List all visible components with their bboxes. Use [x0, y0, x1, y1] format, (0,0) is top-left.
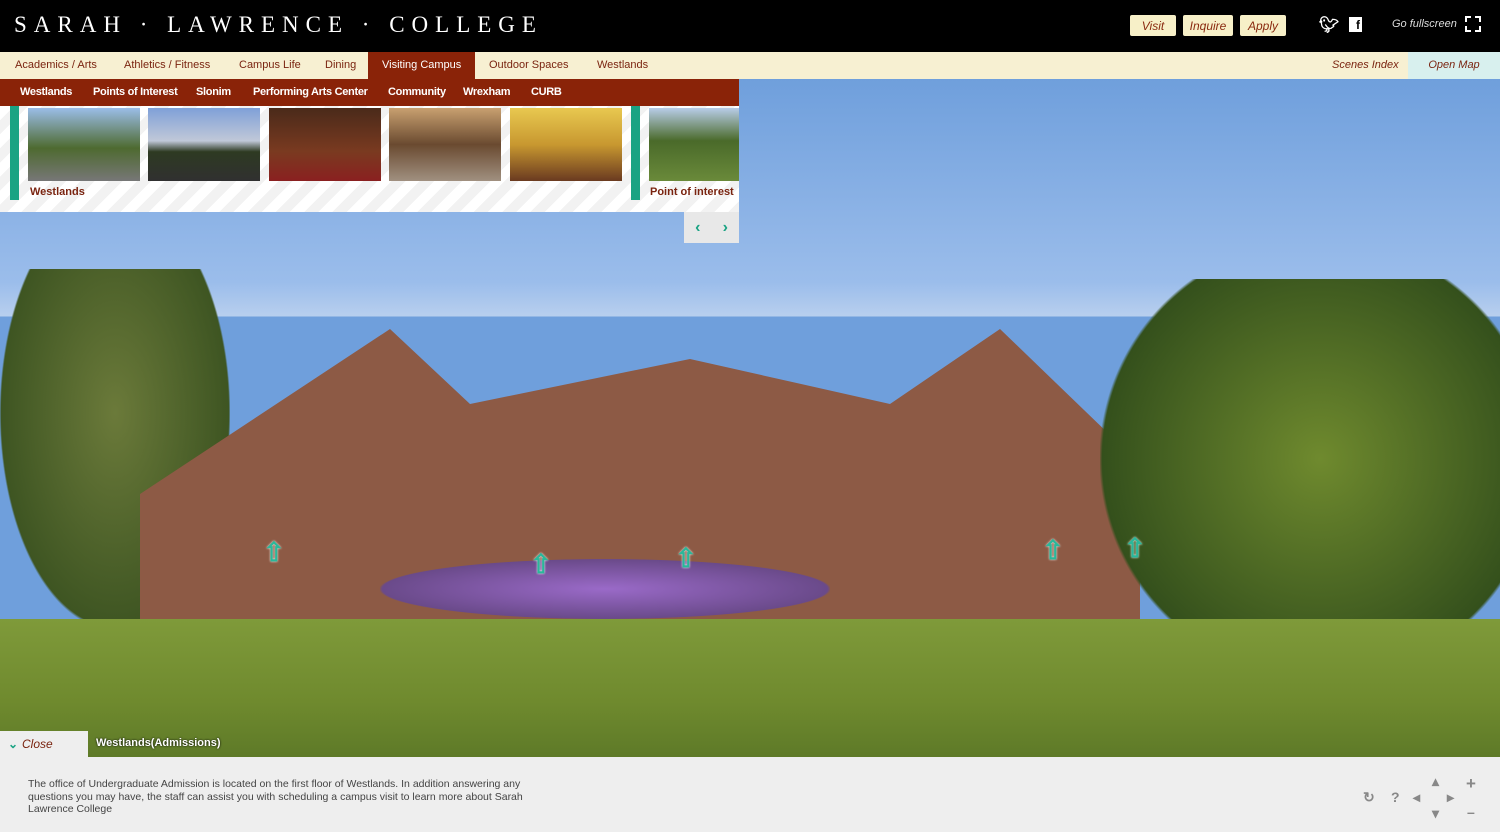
hotspot-arrow-icon[interactable]: ⇧	[1124, 533, 1146, 564]
thumbnail[interactable]	[389, 108, 501, 181]
thumbnail-group-label: Point of interest	[650, 186, 734, 198]
main-menu: Academics / Arts Athletics / Fitness Cam…	[0, 52, 1500, 79]
apply-button[interactable]: Apply	[1240, 15, 1286, 36]
fullscreen-link[interactable]: Go fullscreen	[1392, 18, 1457, 30]
hotspot-arrow-icon[interactable]: ⇧	[1042, 535, 1064, 566]
submenu-community[interactable]: Community	[388, 79, 446, 106]
inquire-button[interactable]: Inquire	[1183, 15, 1233, 36]
scenes-index-link[interactable]: Scenes Index	[1332, 52, 1399, 79]
scene-title: Westlands(Admissions)	[96, 737, 221, 749]
menu-dining[interactable]: Dining	[325, 52, 356, 79]
menu-athletics-fitness[interactable]: Athletics / Fitness	[124, 52, 210, 79]
pan-left-icon[interactable]: ◂	[1413, 789, 1420, 806]
fullscreen-icon[interactable]	[1465, 16, 1481, 32]
submenu-points-of-interest[interactable]: Points of Interest	[93, 79, 178, 106]
help-icon[interactable]: ?	[1391, 789, 1400, 805]
thumbnail[interactable]	[649, 108, 739, 181]
thumbnail[interactable]	[269, 108, 381, 181]
menu-outdoor-spaces[interactable]: Outdoor Spaces	[489, 52, 569, 79]
panorama-flowers	[380, 559, 830, 619]
logo[interactable]: SARAH · LAWRENCE · COLLEGE	[14, 12, 543, 38]
zoom-out-icon[interactable]: –	[1467, 804, 1475, 820]
pan-down-icon[interactable]: ▾	[1432, 805, 1439, 822]
menu-westlands[interactable]: Westlands	[597, 52, 648, 79]
submenu-wrexham[interactable]: Wrexham	[463, 79, 511, 106]
menu-academics-arts[interactable]: Academics / Arts	[15, 52, 97, 79]
chevron-right-icon[interactable]: ›	[723, 219, 728, 237]
chevron-down-icon: ⌄	[8, 737, 19, 751]
hotspot-arrow-icon[interactable]: ⇧	[675, 543, 697, 574]
submenu-slonim[interactable]: Slonim	[196, 79, 231, 106]
refresh-icon[interactable]: ↻	[1363, 789, 1375, 806]
thumbnail-nav: ‹ ›	[684, 212, 739, 243]
hotspot-arrow-icon[interactable]: ⇧	[530, 549, 552, 580]
pan-right-icon[interactable]: ▸	[1447, 789, 1454, 806]
thumbnail-strip: Westlands Point of interest	[0, 106, 739, 212]
open-map-button[interactable]: Open Map	[1408, 52, 1500, 79]
group-marker	[631, 106, 640, 200]
zoom-in-icon[interactable]: +	[1466, 774, 1476, 794]
panorama-lawn	[0, 619, 1500, 757]
close-panel-button[interactable]: ⌄ Close	[0, 731, 88, 757]
thumbnail[interactable]	[28, 108, 140, 181]
thumbnail[interactable]	[148, 108, 260, 181]
menu-campus-life[interactable]: Campus Life	[239, 52, 301, 79]
chevron-left-icon[interactable]: ‹	[695, 219, 700, 237]
pan-up-icon[interactable]: ▴	[1432, 773, 1439, 790]
hotspot-arrow-icon[interactable]: ⇧	[263, 537, 285, 568]
menu-visiting-campus[interactable]: Visiting Campus	[368, 52, 476, 79]
scene-description: The office of Undergraduate Admission is…	[28, 778, 523, 815]
submenu-curb[interactable]: CURB	[531, 79, 562, 106]
sub-menu: Westlands Points of Interest Slonim Perf…	[0, 79, 739, 106]
close-label: Close	[22, 737, 53, 751]
thumbnail[interactable]	[510, 108, 622, 181]
twitter-icon[interactable]: 🐦︎	[1319, 15, 1339, 35]
submenu-westlands[interactable]: Westlands	[20, 79, 72, 106]
group-marker	[10, 106, 19, 200]
thumbnail-group-label: Westlands	[30, 186, 85, 198]
submenu-performing-arts-center[interactable]: Performing Arts Center	[253, 79, 368, 106]
facebook-icon[interactable]: f	[1349, 17, 1362, 32]
visit-button[interactable]: Visit	[1130, 15, 1176, 36]
info-panel: The office of Undergraduate Admission is…	[0, 757, 1500, 832]
header: SARAH · LAWRENCE · COLLEGE Visit Inquire…	[0, 0, 1500, 52]
